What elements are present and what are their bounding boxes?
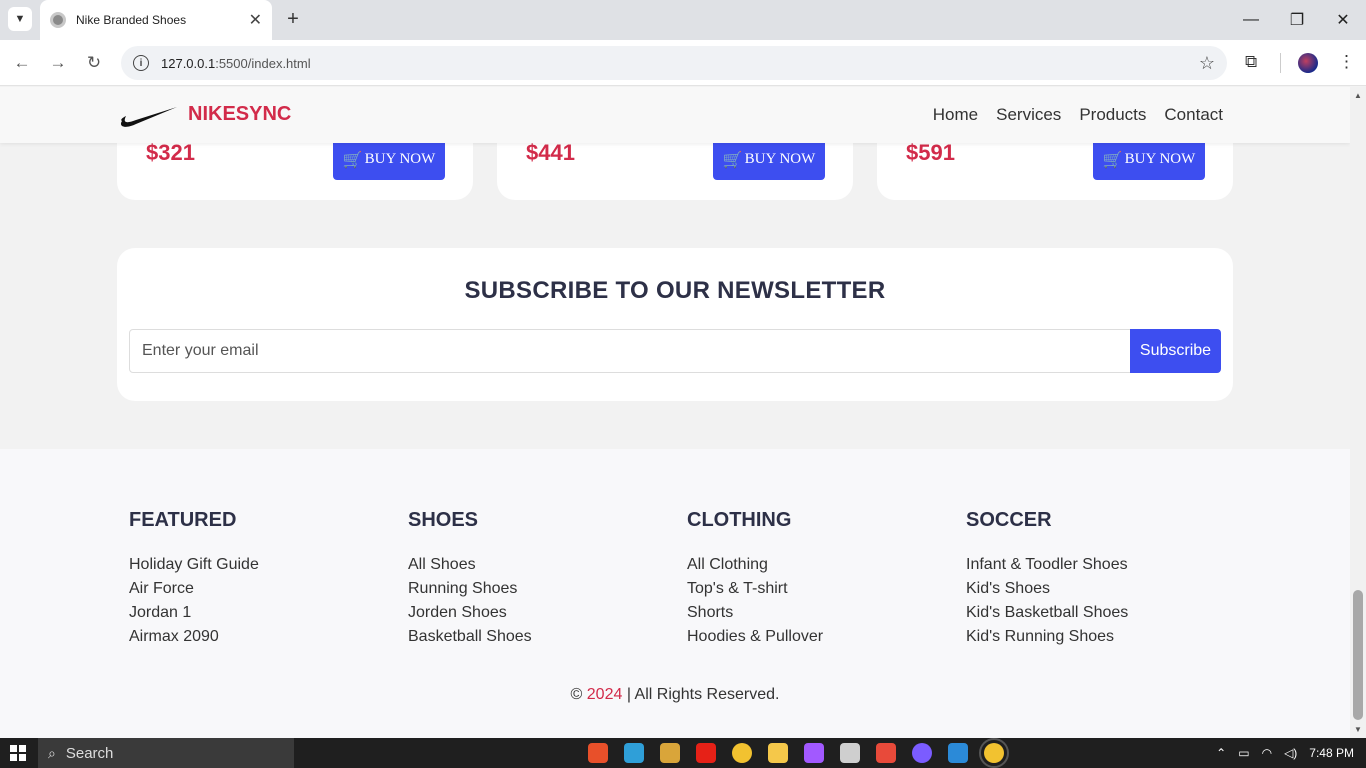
- page-viewport: $321 🛒 BUY NOW $441 🛒 BUY NOW $591 🛒 BUY NO…: [0, 87, 1350, 738]
- url-text[interactable]: 127.0.0.1:5500/index.html: [161, 56, 1199, 71]
- footer-column-title: SHOES: [408, 509, 479, 531]
- footer-link[interactable]: Shorts: [687, 601, 947, 625]
- footer-link[interactable]: Infant & Toodler Shoes: [966, 553, 1226, 577]
- site-info-icon[interactable]: i: [133, 55, 149, 71]
- subscribe-button[interactable]: Subscribe: [1130, 329, 1221, 373]
- footer-link[interactable]: Kid's Basketball Shoes: [966, 601, 1226, 625]
- footer-link[interactable]: Airmax 2090: [129, 625, 389, 649]
- site-footer: FEATURED Holiday Gift Guide Air Force Jo…: [0, 449, 1350, 738]
- footer-link[interactable]: Running Shoes: [408, 577, 668, 601]
- tab-title: Nike Branded Shoes: [76, 13, 187, 27]
- clock[interactable]: 7:48 PM: [1309, 746, 1354, 760]
- mail-icon[interactable]: [840, 743, 860, 763]
- scrollbar-thumb[interactable]: [1353, 590, 1363, 720]
- main-menu: Home Services Products Contact: [933, 105, 1223, 125]
- browser-tab[interactable]: Nike Branded Shoes ✕: [40, 0, 272, 40]
- footer-link[interactable]: Air Force: [129, 577, 389, 601]
- back-icon[interactable]: ←: [9, 50, 35, 76]
- store-icon[interactable]: [660, 743, 680, 763]
- cart-icon: 🛒: [1102, 149, 1123, 169]
- camera-icon[interactable]: [876, 743, 896, 763]
- footer-link[interactable]: Kid's Shoes: [966, 577, 1226, 601]
- buy-now-button[interactable]: 🛒 BUY NOW: [333, 138, 445, 180]
- copyright-year: 2024: [586, 686, 623, 703]
- product-price: $321: [146, 140, 195, 165]
- system-tray: ⌃ ▭ ◠ ◁) 7:48 PM: [1216, 738, 1354, 768]
- nav-services[interactable]: Services: [996, 105, 1061, 125]
- messenger-icon[interactable]: [912, 743, 932, 763]
- brand-name[interactable]: NIKESYNC: [188, 103, 291, 126]
- footer-link[interactable]: Top's & T-shirt: [687, 577, 947, 601]
- minimize-button[interactable]: —: [1228, 0, 1274, 40]
- footer-link[interactable]: Jorden Shoes: [408, 601, 668, 625]
- forward-icon[interactable]: →: [45, 50, 71, 76]
- bookmark-star-icon[interactable]: ☆: [1199, 53, 1215, 74]
- windows-taskbar: ⌕ Search ⌃ ▭ ◠ ◁) 7:48 PM: [0, 738, 1366, 768]
- brave-icon[interactable]: [588, 743, 608, 763]
- site-navbar: NIKESYNC Home Services Products Contact: [0, 87, 1350, 143]
- footer-column-title: FEATURED: [129, 509, 237, 531]
- menu-kebab-icon[interactable]: ⋮: [1338, 52, 1355, 72]
- footer-column-title: CLOTHING: [687, 509, 792, 531]
- taskbar-apps: [588, 738, 1009, 768]
- new-tab-button[interactable]: +: [282, 6, 304, 34]
- nike-swoosh-logo[interactable]: [120, 105, 178, 127]
- footer-link[interactable]: Hoodies & Pullover: [687, 625, 947, 649]
- taskbar-search[interactable]: ⌕ Search: [38, 738, 294, 768]
- figma-icon[interactable]: [804, 743, 824, 763]
- edge-icon[interactable]: [624, 743, 644, 763]
- youtube-icon[interactable]: [696, 743, 716, 763]
- cart-icon: 🛒: [722, 149, 743, 169]
- volume-icon[interactable]: ◁): [1284, 746, 1297, 760]
- buy-now-button[interactable]: 🛒 BUY NOW: [1093, 138, 1205, 180]
- address-bar[interactable]: i 127.0.0.1:5500/index.html ☆: [121, 46, 1227, 80]
- close-window-button[interactable]: ✕: [1320, 0, 1366, 40]
- footer-column-shoes: SHOES All Shoes Running Shoes Jorden Sho…: [408, 509, 668, 649]
- nav-contact[interactable]: Contact: [1164, 105, 1223, 125]
- close-tab-icon[interactable]: ✕: [249, 10, 262, 30]
- product-price: $591: [906, 140, 955, 165]
- windows-start-icon[interactable]: [10, 745, 26, 761]
- copyright-text: © 2024 | All Rights Reserved.: [570, 686, 780, 703]
- footer-link[interactable]: Holiday Gift Guide: [129, 553, 389, 577]
- footer-link[interactable]: Kid's Running Shoes: [966, 625, 1226, 649]
- email-input[interactable]: [129, 329, 1131, 373]
- scroll-up-icon[interactable]: ▲: [1354, 91, 1362, 100]
- tab-search-button[interactable]: ▼: [8, 7, 32, 31]
- restore-button[interactable]: ❐: [1274, 0, 1320, 40]
- footer-link[interactable]: Jordan 1: [129, 601, 389, 625]
- chrome-icon[interactable]: [732, 743, 752, 763]
- footer-column-clothing: CLOTHING All Clothing Top's & T-shirt Sh…: [687, 509, 947, 649]
- scroll-down-icon[interactable]: ▼: [1354, 725, 1362, 734]
- browser-tab-bar: ▼ Nike Branded Shoes ✕ + — ❐ ✕: [0, 0, 1366, 40]
- globe-icon: [50, 12, 66, 28]
- reload-icon[interactable]: ↻: [81, 50, 107, 76]
- footer-column-title: SOCCER: [966, 509, 1052, 531]
- vscode-icon[interactable]: [948, 743, 968, 763]
- footer-link[interactable]: All Shoes: [408, 553, 668, 577]
- nav-products[interactable]: Products: [1079, 105, 1146, 125]
- chevron-up-icon[interactable]: ⌃: [1216, 746, 1226, 760]
- buy-now-button[interactable]: 🛒 BUY NOW: [713, 138, 825, 180]
- extensions-icon[interactable]: ⧉: [1245, 52, 1257, 72]
- footer-column-soccer: SOCCER Infant & Toodler Shoes Kid's Shoe…: [966, 509, 1226, 649]
- profile-avatar[interactable]: [1298, 53, 1318, 73]
- wifi-icon[interactable]: ◠: [1262, 746, 1272, 760]
- newsletter-section: SUBSCRIBE TO OUR NEWSLETTER Subscribe: [117, 248, 1233, 401]
- footer-link[interactable]: All Clothing: [687, 553, 947, 577]
- browser-toolbar: ← → ↻ i 127.0.0.1:5500/index.html ☆ ⧉ ⋮: [0, 40, 1366, 86]
- file-explorer-icon[interactable]: [768, 743, 788, 763]
- toolbar-divider: [1280, 53, 1281, 73]
- product-price: $441: [526, 140, 575, 165]
- footer-column-featured: FEATURED Holiday Gift Guide Air Force Jo…: [129, 509, 389, 649]
- cart-icon: 🛒: [342, 149, 363, 169]
- chrome-active-icon[interactable]: [979, 738, 1009, 768]
- page-scrollbar[interactable]: ▲ ▼: [1350, 87, 1366, 738]
- nav-home[interactable]: Home: [933, 105, 978, 125]
- newsletter-heading: SUBSCRIBE TO OUR NEWSLETTER: [464, 277, 886, 304]
- footer-link[interactable]: Basketball Shoes: [408, 625, 668, 649]
- battery-icon[interactable]: ▭: [1238, 746, 1249, 760]
- search-icon: ⌕: [48, 744, 56, 761]
